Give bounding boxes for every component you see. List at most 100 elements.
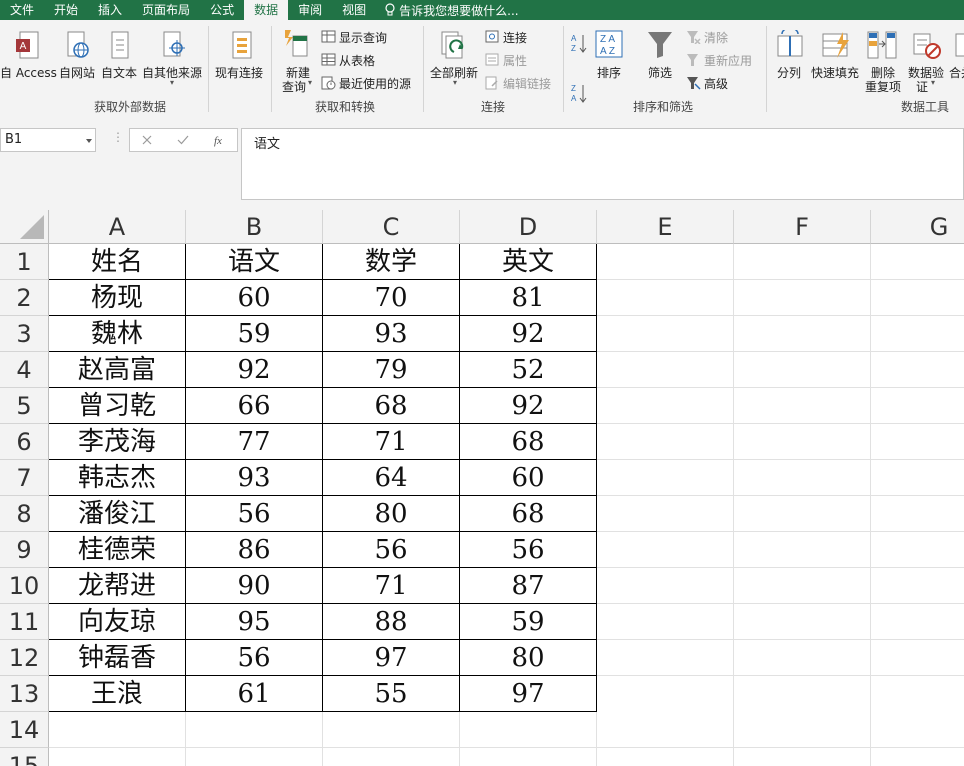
cell-d5[interactable]: 92 <box>460 388 596 423</box>
cell-d6[interactable]: 68 <box>460 424 596 459</box>
cell-d1[interactable]: 英文 <box>460 244 596 279</box>
tab-formulas[interactable]: 公式 <box>200 0 244 20</box>
cell-a7[interactable]: 韩志杰 <box>49 460 185 495</box>
tab-view[interactable]: 视图 <box>332 0 376 20</box>
refresh-all-dropdown-icon[interactable]: ▾ <box>453 78 457 87</box>
cell-d7[interactable]: 60 <box>460 460 596 495</box>
cell-b13[interactable]: 61 <box>186 676 322 711</box>
cell-b4[interactable]: 92 <box>186 352 322 387</box>
name-box[interactable]: B1 <box>0 128 96 152</box>
column-header-a[interactable]: A <box>49 210 186 244</box>
row-header-15[interactable]: 15 <box>0 748 49 766</box>
clear-filter-button[interactable]: 清除 <box>704 29 728 46</box>
cell-c4[interactable]: 79 <box>323 352 459 387</box>
select-all-button[interactable] <box>0 210 49 244</box>
column-header-d[interactable]: D <box>460 210 597 244</box>
new-query-label-2[interactable]: 查询 <box>282 78 306 95</box>
cell-a9[interactable]: 桂德荣 <box>49 532 185 567</box>
formula-bar-grip-icon[interactable]: ⋮ <box>112 130 124 144</box>
cell-a3[interactable]: 魏林 <box>49 316 185 351</box>
cell-c3[interactable]: 93 <box>323 316 459 351</box>
cell-c10[interactable]: 71 <box>323 568 459 603</box>
enter-check-icon[interactable] <box>177 135 189 145</box>
formula-input[interactable]: 语文 <box>241 128 964 200</box>
column-header-f[interactable]: F <box>734 210 871 244</box>
tab-page-layout[interactable]: 页面布局 <box>132 0 200 20</box>
cell-b12[interactable]: 56 <box>186 640 322 675</box>
tell-me-box[interactable]: 告诉我您想要做什么... <box>384 2 519 19</box>
cell-d11[interactable]: 59 <box>460 604 596 639</box>
row-header-11[interactable]: 11 <box>0 604 49 640</box>
consolidate-button[interactable]: 合并 <box>949 64 964 81</box>
row-header-14[interactable]: 14 <box>0 712 49 748</box>
cell-b2[interactable]: 60 <box>186 280 322 315</box>
cell-a10[interactable]: 龙帮进 <box>49 568 185 603</box>
cell-a12[interactable]: 钟磊香 <box>49 640 185 675</box>
cell-b8[interactable]: 56 <box>186 496 322 531</box>
sort-button[interactable]: 排序 <box>597 64 621 81</box>
row-header-9[interactable]: 9 <box>0 532 49 568</box>
row-header-7[interactable]: 7 <box>0 460 49 496</box>
other-sources-dropdown-icon[interactable]: ▾ <box>170 78 174 87</box>
column-header-b[interactable]: B <box>186 210 323 244</box>
cell-b1[interactable]: 语文 <box>186 244 322 279</box>
new-query-dropdown-icon[interactable]: ▾ <box>308 78 312 87</box>
cell-b7[interactable]: 93 <box>186 460 322 495</box>
cell-d13[interactable]: 97 <box>460 676 596 711</box>
cell-a8[interactable]: 潘俊江 <box>49 496 185 531</box>
cell-b5[interactable]: 66 <box>186 388 322 423</box>
properties-button[interactable]: 属性 <box>503 52 527 69</box>
from-web-button[interactable]: 自网站 <box>59 64 95 81</box>
row-header-13[interactable]: 13 <box>0 676 49 712</box>
row-header-1[interactable]: 1 <box>0 244 49 280</box>
cell-c2[interactable]: 70 <box>323 280 459 315</box>
show-queries-button[interactable]: 显示查询 <box>339 29 387 46</box>
cancel-icon[interactable] <box>142 135 152 145</box>
cell-a2[interactable]: 杨现 <box>49 280 185 315</box>
remove-duplicates-label-2[interactable]: 重复项 <box>865 78 901 95</box>
cell-a5[interactable]: 曾习乾 <box>49 388 185 423</box>
flash-fill-button[interactable]: 快速填充 <box>811 64 859 81</box>
column-header-c[interactable]: C <box>323 210 460 244</box>
cell-c1[interactable]: 数学 <box>323 244 459 279</box>
column-header-e[interactable]: E <box>597 210 734 244</box>
tab-home[interactable]: 开始 <box>44 0 88 20</box>
edit-links-button[interactable]: 编辑链接 <box>503 75 551 92</box>
cell-c11[interactable]: 88 <box>323 604 459 639</box>
existing-connections-button[interactable]: 现有连接 <box>215 64 263 81</box>
cell-d10[interactable]: 87 <box>460 568 596 603</box>
row-header-6[interactable]: 6 <box>0 424 49 460</box>
cell-c8[interactable]: 80 <box>323 496 459 531</box>
connections-button[interactable]: 连接 <box>503 29 527 46</box>
advanced-filter-button[interactable]: 高级 <box>704 75 728 92</box>
cell-d8[interactable]: 68 <box>460 496 596 531</box>
cell-b11[interactable]: 95 <box>186 604 322 639</box>
cell-c13[interactable]: 55 <box>323 676 459 711</box>
column-header-g[interactable]: G <box>871 210 964 244</box>
cell-d2[interactable]: 81 <box>460 280 596 315</box>
row-header-5[interactable]: 5 <box>0 388 49 424</box>
reapply-button[interactable]: 重新应用 <box>704 52 752 69</box>
cell-b10[interactable]: 90 <box>186 568 322 603</box>
cell-c7[interactable]: 64 <box>323 460 459 495</box>
row-header-12[interactable]: 12 <box>0 640 49 676</box>
tab-file[interactable]: 文件 <box>0 0 44 20</box>
cell-b6[interactable]: 77 <box>186 424 322 459</box>
recent-sources-button[interactable]: 最近使用的源 <box>339 75 411 92</box>
insert-function-icon[interactable]: fx <box>213 133 229 147</box>
row-header-3[interactable]: 3 <box>0 316 49 352</box>
cell-a6[interactable]: 李茂海 <box>49 424 185 459</box>
cell-a1[interactable]: 姓名 <box>49 244 185 279</box>
cell-a13[interactable]: 王浪 <box>49 676 185 711</box>
tab-data[interactable]: 数据 <box>244 0 289 20</box>
cell-d4[interactable]: 52 <box>460 352 596 387</box>
cell-d9[interactable]: 56 <box>460 532 596 567</box>
data-validation-dropdown-icon[interactable]: ▾ <box>931 78 935 87</box>
name-box-dropdown-icon[interactable] <box>86 139 92 143</box>
from-text-button[interactable]: 自文本 <box>101 64 137 81</box>
from-table-button[interactable]: 从表格 <box>339 52 375 69</box>
cell-b9[interactable]: 86 <box>186 532 322 567</box>
data-validation-label-2[interactable]: 证 <box>916 78 928 95</box>
cell-a11[interactable]: 向友琼 <box>49 604 185 639</box>
cell-d12[interactable]: 80 <box>460 640 596 675</box>
